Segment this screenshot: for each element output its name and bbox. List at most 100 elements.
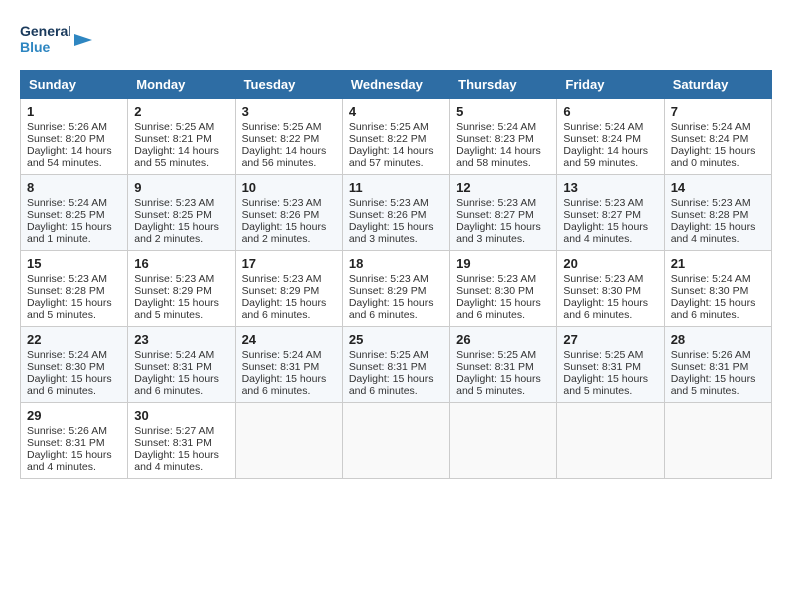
sunset-label: Sunset: 8:22 PM — [242, 133, 320, 145]
daylight-label: Daylight: 15 hours and 1 minute. — [27, 221, 112, 245]
calendar-cell: 15Sunrise: 5:23 AMSunset: 8:28 PMDayligh… — [21, 251, 128, 327]
day-number: 13 — [563, 180, 657, 195]
sunrise-label: Sunrise: 5:23 AM — [563, 197, 643, 209]
daylight-label: Daylight: 15 hours and 6 minutes. — [242, 297, 327, 321]
sunset-label: Sunset: 8:23 PM — [456, 133, 534, 145]
calendar-day-header: Saturday — [664, 71, 771, 99]
calendar-week-row: 1Sunrise: 5:26 AMSunset: 8:20 PMDaylight… — [21, 99, 772, 175]
day-number: 27 — [563, 332, 657, 347]
daylight-label: Daylight: 15 hours and 4 minutes. — [134, 449, 219, 473]
sunrise-label: Sunrise: 5:23 AM — [456, 197, 536, 209]
day-number: 3 — [242, 104, 336, 119]
sunset-label: Sunset: 8:22 PM — [349, 133, 427, 145]
calendar-cell — [450, 403, 557, 479]
calendar-header-row: SundayMondayTuesdayWednesdayThursdayFrid… — [21, 71, 772, 99]
sunrise-label: Sunrise: 5:23 AM — [563, 273, 643, 285]
day-number: 28 — [671, 332, 765, 347]
daylight-label: Daylight: 15 hours and 5 minutes. — [671, 373, 756, 397]
calendar-cell: 17Sunrise: 5:23 AMSunset: 8:29 PMDayligh… — [235, 251, 342, 327]
sunrise-label: Sunrise: 5:24 AM — [27, 349, 107, 361]
calendar-cell: 9Sunrise: 5:23 AMSunset: 8:25 PMDaylight… — [128, 175, 235, 251]
daylight-label: Daylight: 15 hours and 0 minutes. — [671, 145, 756, 169]
sunrise-label: Sunrise: 5:24 AM — [134, 349, 214, 361]
calendar-week-row: 29Sunrise: 5:26 AMSunset: 8:31 PMDayligh… — [21, 403, 772, 479]
day-number: 22 — [27, 332, 121, 347]
calendar-cell: 5Sunrise: 5:24 AMSunset: 8:23 PMDaylight… — [450, 99, 557, 175]
calendar-cell: 16Sunrise: 5:23 AMSunset: 8:29 PMDayligh… — [128, 251, 235, 327]
sunrise-label: Sunrise: 5:25 AM — [134, 121, 214, 133]
sunrise-label: Sunrise: 5:23 AM — [134, 273, 214, 285]
day-number: 7 — [671, 104, 765, 119]
daylight-label: Daylight: 14 hours and 58 minutes. — [456, 145, 541, 169]
daylight-label: Daylight: 14 hours and 56 minutes. — [242, 145, 327, 169]
sunset-label: Sunset: 8:28 PM — [27, 285, 105, 297]
logo-arrow-icon — [74, 30, 92, 50]
sunrise-label: Sunrise: 5:26 AM — [27, 425, 107, 437]
calendar-cell: 30Sunrise: 5:27 AMSunset: 8:31 PMDayligh… — [128, 403, 235, 479]
calendar-cell: 10Sunrise: 5:23 AMSunset: 8:26 PMDayligh… — [235, 175, 342, 251]
day-number: 23 — [134, 332, 228, 347]
sunrise-label: Sunrise: 5:25 AM — [349, 349, 429, 361]
daylight-label: Daylight: 15 hours and 6 minutes. — [349, 373, 434, 397]
daylight-label: Daylight: 15 hours and 5 minutes. — [456, 373, 541, 397]
daylight-label: Daylight: 15 hours and 6 minutes. — [134, 373, 219, 397]
day-number: 9 — [134, 180, 228, 195]
calendar-week-row: 22Sunrise: 5:24 AMSunset: 8:30 PMDayligh… — [21, 327, 772, 403]
calendar-cell: 6Sunrise: 5:24 AMSunset: 8:24 PMDaylight… — [557, 99, 664, 175]
daylight-label: Daylight: 15 hours and 5 minutes. — [27, 297, 112, 321]
sunset-label: Sunset: 8:29 PM — [134, 285, 212, 297]
calendar-table: SundayMondayTuesdayWednesdayThursdayFrid… — [20, 70, 772, 479]
sunrise-label: Sunrise: 5:26 AM — [671, 349, 751, 361]
sunset-label: Sunset: 8:27 PM — [563, 209, 641, 221]
sunrise-label: Sunrise: 5:23 AM — [671, 197, 751, 209]
day-number: 30 — [134, 408, 228, 423]
sunrise-label: Sunrise: 5:24 AM — [671, 273, 751, 285]
sunrise-label: Sunrise: 5:24 AM — [27, 197, 107, 209]
calendar-cell: 22Sunrise: 5:24 AMSunset: 8:30 PMDayligh… — [21, 327, 128, 403]
calendar-cell: 24Sunrise: 5:24 AMSunset: 8:31 PMDayligh… — [235, 327, 342, 403]
day-number: 20 — [563, 256, 657, 271]
sunset-label: Sunset: 8:31 PM — [671, 361, 749, 373]
sunset-label: Sunset: 8:30 PM — [671, 285, 749, 297]
sunset-label: Sunset: 8:25 PM — [27, 209, 105, 221]
sunrise-label: Sunrise: 5:24 AM — [242, 349, 322, 361]
calendar-cell — [664, 403, 771, 479]
calendar-body: 1Sunrise: 5:26 AMSunset: 8:20 PMDaylight… — [21, 99, 772, 479]
calendar-day-header: Friday — [557, 71, 664, 99]
sunset-label: Sunset: 8:21 PM — [134, 133, 212, 145]
calendar-cell: 18Sunrise: 5:23 AMSunset: 8:29 PMDayligh… — [342, 251, 449, 327]
day-number: 1 — [27, 104, 121, 119]
sunset-label: Sunset: 8:31 PM — [563, 361, 641, 373]
day-number: 8 — [27, 180, 121, 195]
calendar-cell — [235, 403, 342, 479]
calendar-cell: 2 Sunrise: 5:25 AMSunset: 8:21 PMDaylight… — [128, 99, 235, 175]
calendar-cell: 21Sunrise: 5:24 AMSunset: 8:30 PMDayligh… — [664, 251, 771, 327]
calendar-cell: 23 Sunrise: 5:24 AMSunset: 8:31 PMDayligh… — [128, 327, 235, 403]
day-number: 18 — [349, 256, 443, 271]
sunset-label: Sunset: 8:31 PM — [134, 361, 212, 373]
sunrise-label: Sunrise: 5:27 AM — [134, 425, 214, 437]
sunrise-label: Sunrise: 5:25 AM — [563, 349, 643, 361]
daylight-label: Daylight: 15 hours and 6 minutes. — [242, 373, 327, 397]
calendar-cell: 8 Sunrise: 5:24 AMSunset: 8:25 PMDaylight… — [21, 175, 128, 251]
day-number: 2 — [134, 104, 228, 119]
calendar-day-header: Thursday — [450, 71, 557, 99]
calendar-cell: 13Sunrise: 5:23 AMSunset: 8:27 PMDayligh… — [557, 175, 664, 251]
daylight-label: Daylight: 14 hours and 55 minutes. — [134, 145, 219, 169]
daylight-label: Daylight: 14 hours and 57 minutes. — [349, 145, 434, 169]
sunrise-label: Sunrise: 5:23 AM — [349, 273, 429, 285]
sunrise-label: Sunrise: 5:23 AM — [242, 273, 322, 285]
logo-svg: General Blue — [20, 20, 70, 60]
calendar-cell: 12Sunrise: 5:23 AMSunset: 8:27 PMDayligh… — [450, 175, 557, 251]
day-number: 6 — [563, 104, 657, 119]
calendar-cell: 28 Sunrise: 5:26 AMSunset: 8:31 PMDayligh… — [664, 327, 771, 403]
daylight-label: Daylight: 15 hours and 6 minutes. — [27, 373, 112, 397]
daylight-label: Daylight: 15 hours and 6 minutes. — [671, 297, 756, 321]
sunrise-label: Sunrise: 5:23 AM — [242, 197, 322, 209]
sunrise-label: Sunrise: 5:26 AM — [27, 121, 107, 133]
calendar-cell: 27Sunrise: 5:25 AMSunset: 8:31 PMDayligh… — [557, 327, 664, 403]
sunset-label: Sunset: 8:31 PM — [349, 361, 427, 373]
sunrise-label: Sunrise: 5:24 AM — [456, 121, 536, 133]
calendar-day-header: Tuesday — [235, 71, 342, 99]
day-number: 16 — [134, 256, 228, 271]
